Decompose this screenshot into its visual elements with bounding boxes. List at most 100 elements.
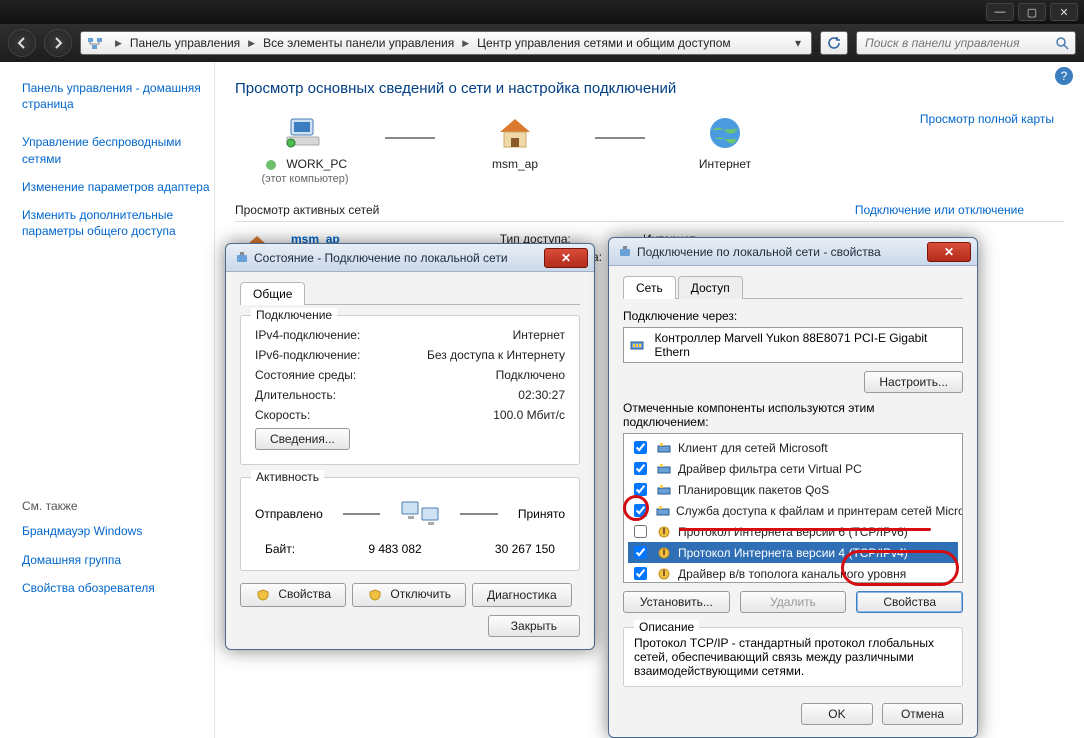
close-button[interactable]: Закрыть: [488, 615, 580, 637]
refresh-button[interactable]: [820, 31, 848, 55]
ipv4-label: IPv4-подключение:: [255, 328, 513, 342]
bytes-recv-value: 30 267 150: [495, 542, 555, 556]
dialog-title: Подключение по локальной сети - свойства: [637, 245, 881, 259]
group-activity: Активность: [251, 470, 324, 484]
ipv6-value: Без доступа к Интернету: [427, 348, 565, 362]
component-item[interactable]: Протокол Интернета версии 6 (TCP/IPv6): [628, 521, 958, 542]
tab-general[interactable]: Общие: [240, 282, 305, 305]
ok-button[interactable]: OK: [801, 703, 872, 725]
component-checkbox[interactable]: [634, 546, 647, 559]
adapter-name: Контроллер Marvell Yukon 88E8071 PCI-E G…: [655, 331, 957, 359]
network-icon: [263, 157, 279, 173]
forward-button[interactable]: [44, 29, 72, 57]
view-full-map-link[interactable]: Просмотр полной карты: [920, 112, 1054, 126]
sidebar-link-adapter-settings[interactable]: Изменение параметров адаптера: [22, 179, 214, 195]
address-bar[interactable]: ▶ Панель управления ▶ Все элементы панел…: [80, 31, 812, 55]
duration-label: Длительность:: [255, 388, 518, 402]
sidebar-link-firewall[interactable]: Брандмауэр Windows: [22, 523, 214, 539]
properties-button[interactable]: Свойства: [240, 583, 346, 607]
item-properties-button[interactable]: Свойства: [856, 591, 963, 613]
search-input[interactable]: [863, 35, 1055, 51]
close-button[interactable]: ✕: [1050, 3, 1078, 21]
node-access-point[interactable]: msm_ap: [445, 113, 585, 171]
tab-sharing[interactable]: Доступ: [678, 276, 743, 299]
protocol-icon: [656, 524, 672, 540]
adapter-icon: [617, 244, 633, 260]
component-label: Служба доступа к файлам и принтерам сете…: [676, 504, 963, 518]
duration-value: 02:30:27: [518, 388, 565, 402]
pc-icon: [281, 113, 329, 153]
properties-dialog: Подключение по локальной сети - свойства…: [608, 237, 978, 738]
service-icon: [656, 440, 672, 456]
component-label: Драйвер фильтра сети Virtual PC: [678, 462, 862, 476]
component-label: Планировщик пакетов QoS: [678, 483, 829, 497]
tab-network[interactable]: Сеть: [623, 276, 676, 299]
disable-button[interactable]: Отключить: [352, 583, 466, 607]
component-checkbox[interactable]: [634, 462, 647, 475]
component-label: Протокол Интернета версии 6 (TCP/IPv6): [678, 525, 908, 539]
component-label: Протокол Интернета версии 4 (TCP/IPv4): [678, 546, 908, 560]
protocol-icon: [656, 566, 672, 582]
component-label: Драйвер в/в тополога канального уровня: [678, 567, 906, 581]
status-dialog: Состояние - Подключение по локальной сет…: [225, 243, 595, 650]
search-box[interactable]: [856, 31, 1076, 55]
sidebar-link-internet-options[interactable]: Свойства обозревателя: [22, 580, 214, 596]
dialog-close-button[interactable]: ✕: [927, 242, 971, 262]
component-item[interactable]: Клиент для сетей Microsoft: [628, 437, 958, 458]
install-button[interactable]: Установить...: [623, 591, 730, 613]
component-item[interactable]: Служба доступа к файлам и принтерам сете…: [628, 500, 958, 521]
nic-icon: [629, 337, 645, 353]
component-checkbox[interactable]: [634, 441, 647, 454]
speed-label: Скорость:: [255, 408, 493, 422]
address-dropdown-icon[interactable]: ▾: [791, 36, 805, 50]
minimize-button[interactable]: —: [986, 3, 1014, 21]
cancel-button[interactable]: Отмена: [882, 703, 963, 725]
node-this-pc[interactable]: WORK_PC (этот компьютер): [235, 113, 375, 185]
breadcrumb-item[interactable]: Панель управления: [130, 36, 240, 50]
sidebar-link-wireless[interactable]: Управление беспроводными сетями: [22, 134, 214, 166]
component-item[interactable]: Планировщик пакетов QoS: [628, 479, 958, 500]
components-header: Отмеченные компоненты используются этим …: [623, 401, 963, 429]
service-icon: [656, 482, 672, 498]
media-state-label: Состояние среды:: [255, 368, 496, 382]
node-label: msm_ap: [445, 157, 585, 171]
breadcrumb-item[interactable]: Все элементы панели управления: [263, 36, 454, 50]
page-title: Просмотр основных сведений о сети и наст…: [235, 80, 1064, 97]
remove-button: Удалить: [740, 591, 847, 613]
diagnostics-button[interactable]: Диагностика: [472, 583, 572, 607]
connect-disconnect-link[interactable]: Подключение или отключение: [855, 203, 1024, 217]
connector-line: [385, 137, 435, 139]
help-icon[interactable]: ?: [1054, 66, 1074, 86]
svg-text:?: ?: [1061, 69, 1068, 83]
details-button[interactable]: Сведения...: [255, 428, 350, 450]
description-text: Протокол TCP/IP - стандартный протокол г…: [634, 636, 952, 678]
house-icon: [491, 113, 539, 153]
speed-value: 100.0 Мбит/с: [493, 408, 565, 422]
adapter-icon: [234, 250, 250, 266]
node-internet[interactable]: Интернет: [655, 113, 795, 171]
components-list[interactable]: Клиент для сетей Microsoft Драйвер фильтр…: [623, 433, 963, 583]
sidebar-home-link[interactable]: Панель управления - домашняя страница: [22, 80, 214, 112]
component-item[interactable]: Драйвер фильтра сети Virtual PC: [628, 458, 958, 479]
component-checkbox[interactable]: [634, 504, 647, 517]
component-checkbox[interactable]: [634, 483, 647, 496]
sidebar-link-homegroup[interactable]: Домашняя группа: [22, 552, 214, 568]
component-item[interactable]: Драйвер в/в тополога канального уровня: [628, 563, 958, 583]
maximize-button[interactable]: ▢: [1018, 3, 1046, 21]
component-item[interactable]: Протокол Интернета версии 4 (TCP/IPv4): [628, 542, 958, 563]
component-checkbox[interactable]: [634, 525, 647, 538]
search-icon[interactable]: [1055, 36, 1069, 50]
media-state-value: Подключено: [496, 368, 565, 382]
back-button[interactable]: [8, 29, 36, 57]
dialog-close-button[interactable]: ✕: [544, 248, 588, 268]
dialog-title: Состояние - Подключение по локальной сет…: [254, 251, 508, 265]
arrow-line: [460, 513, 498, 515]
component-checkbox[interactable]: [634, 567, 647, 580]
connect-using-label: Подключение через:: [623, 309, 963, 323]
adapter-field: Контроллер Marvell Yukon 88E8071 PCI-E G…: [623, 327, 963, 363]
sidebar-link-sharing-settings[interactable]: Изменить дополнительные параметры общего…: [22, 207, 214, 239]
configure-button[interactable]: Настроить...: [864, 371, 963, 393]
sent-label: Отправлено: [255, 507, 323, 521]
breadcrumb-item[interactable]: Центр управления сетями и общим доступом: [477, 36, 731, 50]
node-label: WORK_PC: [235, 157, 375, 173]
